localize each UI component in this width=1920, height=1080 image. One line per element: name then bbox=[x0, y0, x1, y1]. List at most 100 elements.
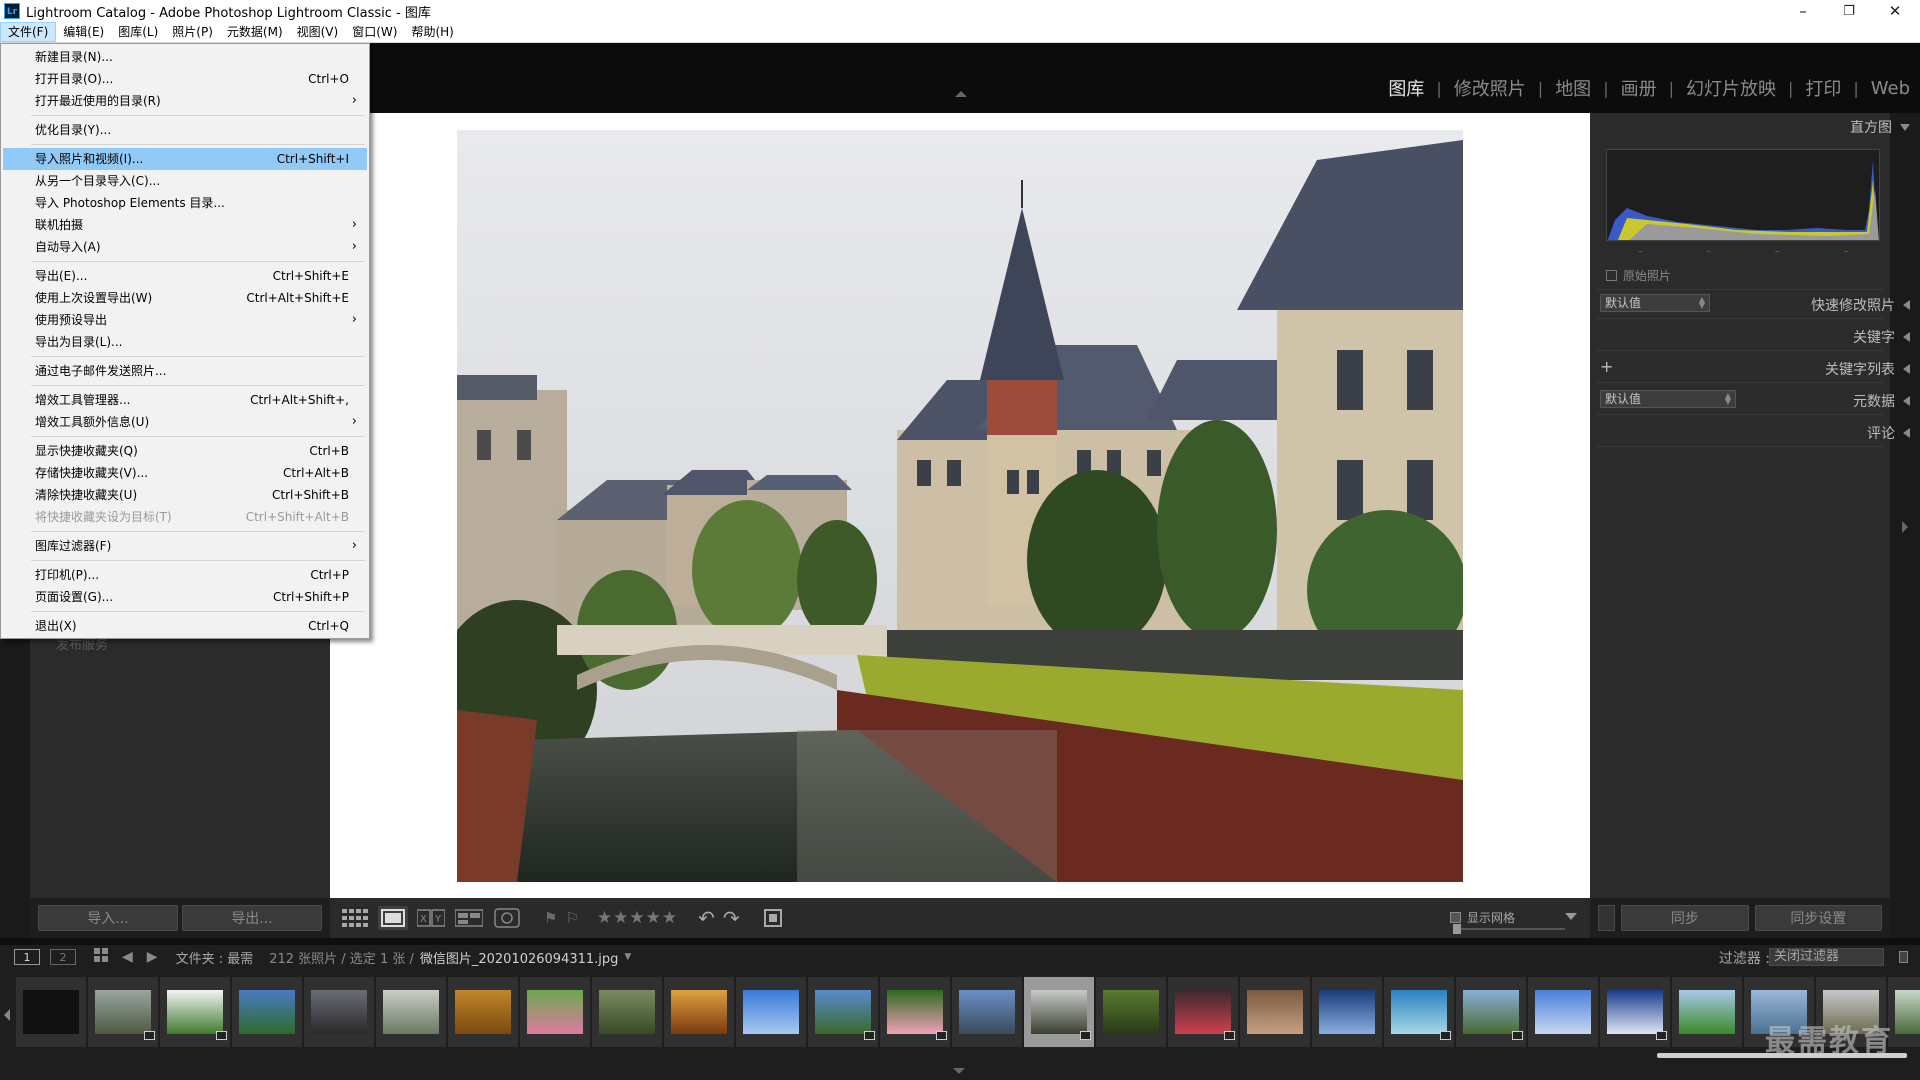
filmstrip-thumbnail[interactable] bbox=[1240, 977, 1310, 1047]
survey-view-icon[interactable] bbox=[454, 906, 484, 930]
current-filename[interactable]: 微信图片_20201026094311.jpg bbox=[420, 948, 619, 967]
histogram-header[interactable]: 直方图 bbox=[1850, 117, 1910, 137]
filmstrip-thumbnail[interactable] bbox=[232, 977, 302, 1047]
filter-select[interactable]: 关闭过滤器 bbox=[1769, 948, 1884, 966]
module-tab[interactable]: 打印 bbox=[1805, 75, 1841, 101]
original-photo-toggle[interactable]: 原始照片 bbox=[1606, 267, 1671, 284]
menu-item[interactable]: 照片(P) bbox=[165, 22, 220, 42]
file-menu-item[interactable]: 通过电子邮件发送照片... bbox=[3, 360, 367, 382]
file-menu-item[interactable]: 优化目录(Y)... bbox=[3, 119, 367, 141]
metadata-header[interactable]: 元数据 bbox=[1853, 391, 1910, 411]
close-button[interactable]: ✕ bbox=[1872, 0, 1918, 22]
file-menu-item[interactable]: 清除快捷收藏夹(U) Ctrl+Shift+B bbox=[3, 484, 367, 506]
filmstrip-thumbnail[interactable] bbox=[1600, 977, 1670, 1047]
quick-develop-preset-select[interactable]: 默认值 ▲ ▼ bbox=[1600, 294, 1710, 312]
file-menu-item[interactable]: 打开目录(O)... Ctrl+O bbox=[3, 68, 367, 90]
filmstrip-thumbnail[interactable] bbox=[1312, 977, 1382, 1047]
back-arrow-icon[interactable]: ◀ bbox=[122, 949, 133, 965]
crop-overlay-icon[interactable] bbox=[758, 906, 788, 930]
file-menu-item[interactable]: 显示快捷收藏夹(Q) Ctrl+B bbox=[3, 440, 367, 462]
filename-dropdown-icon[interactable]: ▼ bbox=[624, 952, 631, 962]
file-menu-item[interactable]: 自动导入(A) › bbox=[3, 236, 367, 258]
file-menu-item[interactable]: 从另一个目录导入(C)... bbox=[3, 170, 367, 192]
file-menu-item[interactable]: 联机拍摄 › bbox=[3, 214, 367, 236]
file-menu-item[interactable]: 退出(X) Ctrl+Q bbox=[3, 615, 367, 637]
collapse-bottom-panel-icon[interactable] bbox=[953, 1068, 965, 1074]
auto-sync-toggle[interactable] bbox=[1598, 905, 1616, 931]
menu-item[interactable]: 元数据(M) bbox=[220, 22, 290, 42]
file-menu-item[interactable]: 页面设置(G)... Ctrl+Shift+P bbox=[3, 586, 367, 608]
checkbox-icon[interactable] bbox=[1606, 270, 1617, 281]
export-button[interactable]: 导出... bbox=[182, 905, 322, 931]
filmstrip-thumbnail[interactable] bbox=[1528, 977, 1598, 1047]
secondary-window-button[interactable]: 2 bbox=[50, 949, 76, 965]
keywording-header[interactable]: 关键字 bbox=[1853, 327, 1910, 347]
file-menu-item[interactable]: 打印机(P)... Ctrl+P bbox=[3, 564, 367, 586]
quick-develop-header[interactable]: 快速修改照片 bbox=[1811, 295, 1910, 315]
filmstrip-thumbnail[interactable] bbox=[1168, 977, 1238, 1047]
filmstrip-thumbnail[interactable] bbox=[376, 977, 446, 1047]
filmstrip-thumbnail[interactable] bbox=[880, 977, 950, 1047]
compare-view-icon[interactable]: XY bbox=[416, 906, 446, 930]
comments-header[interactable]: 评论 bbox=[1867, 423, 1910, 443]
sync-button[interactable]: 同步 bbox=[1621, 905, 1749, 931]
metadata-preset-select[interactable]: 默认值 ▲ ▼ bbox=[1600, 390, 1736, 408]
rotate-right-icon[interactable]: ↷ bbox=[723, 906, 740, 930]
filmstrip-thumbnail[interactable] bbox=[1024, 977, 1094, 1047]
module-tab[interactable]: 图库 bbox=[1388, 75, 1424, 101]
file-menu-item[interactable]: 新建目录(N)... bbox=[3, 46, 367, 68]
file-menu-item[interactable]: 导入 Photoshop Elements 目录... bbox=[3, 192, 367, 214]
people-view-icon[interactable] bbox=[492, 906, 522, 930]
loupe-view-icon[interactable] bbox=[378, 906, 408, 930]
primary-window-button[interactable]: 1 bbox=[14, 949, 40, 965]
filmstrip-thumbnail[interactable] bbox=[736, 977, 806, 1047]
filmstrip-thumbnail[interactable] bbox=[808, 977, 878, 1047]
minimize-button[interactable]: – bbox=[1780, 0, 1826, 22]
keyword-list-header[interactable]: 关键字列表 bbox=[1825, 359, 1910, 379]
file-menu-item[interactable]: 使用预设导出 › bbox=[3, 309, 367, 331]
checkbox-icon[interactable] bbox=[1450, 912, 1461, 923]
filmstrip-thumbnail[interactable] bbox=[16, 977, 86, 1047]
filmstrip-thumbnail[interactable] bbox=[592, 977, 662, 1047]
menu-item[interactable]: 帮助(H) bbox=[404, 22, 460, 42]
module-tab[interactable]: 地图 bbox=[1555, 75, 1591, 101]
grid-small-icon[interactable] bbox=[94, 948, 108, 966]
filmstrip-thumbnail[interactable] bbox=[1096, 977, 1166, 1047]
grid-size-slider[interactable] bbox=[1453, 924, 1565, 934]
menu-item[interactable]: 编辑(E) bbox=[56, 22, 111, 42]
menu-item[interactable]: 图库(L) bbox=[111, 22, 165, 42]
file-menu-item[interactable]: 导出(E)... Ctrl+Shift+E bbox=[3, 265, 367, 287]
star-rating[interactable]: ★★★★★ bbox=[597, 908, 678, 928]
file-menu-item[interactable]: 增效工具额外信息(U) › bbox=[3, 411, 367, 433]
file-menu-item[interactable]: 增效工具管理器... Ctrl+Alt+Shift+, bbox=[3, 389, 367, 411]
module-tab[interactable]: 修改照片 bbox=[1454, 75, 1526, 101]
filmstrip-thumbnail[interactable] bbox=[88, 977, 158, 1047]
file-menu-item[interactable]: 存储快捷收藏夹(V)... Ctrl+Alt+B bbox=[3, 462, 367, 484]
filmstrip-thumbnail[interactable] bbox=[160, 977, 230, 1047]
forward-arrow-icon[interactable]: ▶ bbox=[147, 949, 158, 965]
restore-button[interactable]: ❐ bbox=[1826, 0, 1872, 22]
filmstrip-thumbnail[interactable] bbox=[664, 977, 734, 1047]
add-keyword-icon[interactable]: + bbox=[1600, 357, 1613, 376]
flag-reject-icon[interactable]: ⚐ bbox=[565, 909, 578, 927]
rotate-left-icon[interactable]: ↶ bbox=[698, 906, 715, 930]
import-button[interactable]: 导入... bbox=[38, 905, 178, 931]
filmstrip-thumbnail[interactable] bbox=[448, 977, 518, 1047]
module-tab[interactable]: Web bbox=[1871, 78, 1910, 99]
sync-settings-button[interactable]: 同步设置 bbox=[1754, 905, 1883, 931]
filmstrip-thumbnail[interactable] bbox=[520, 977, 590, 1047]
filmstrip-thumbnail[interactable] bbox=[1384, 977, 1454, 1047]
collapse-top-panel-icon[interactable] bbox=[955, 91, 967, 97]
slider-knob[interactable] bbox=[1453, 924, 1461, 934]
file-menu-item[interactable]: 图库过滤器(F) › bbox=[3, 535, 367, 557]
file-menu-item[interactable]: 打开最近使用的目录(R) › bbox=[3, 90, 367, 112]
menu-item[interactable]: 文件(F) bbox=[0, 22, 57, 42]
main-photo[interactable] bbox=[457, 130, 1463, 882]
file-menu-item[interactable]: 导入照片和视频(I)... Ctrl+Shift+I bbox=[3, 148, 367, 170]
toolbar-options-chevron-icon[interactable] bbox=[1565, 913, 1577, 920]
filmstrip-thumbnail[interactable] bbox=[952, 977, 1022, 1047]
filmstrip-thumbnail[interactable] bbox=[304, 977, 374, 1047]
module-tab[interactable]: 画册 bbox=[1621, 75, 1657, 101]
filmstrip-thumbnail[interactable] bbox=[1456, 977, 1526, 1047]
filter-lock-icon[interactable] bbox=[1899, 951, 1908, 963]
